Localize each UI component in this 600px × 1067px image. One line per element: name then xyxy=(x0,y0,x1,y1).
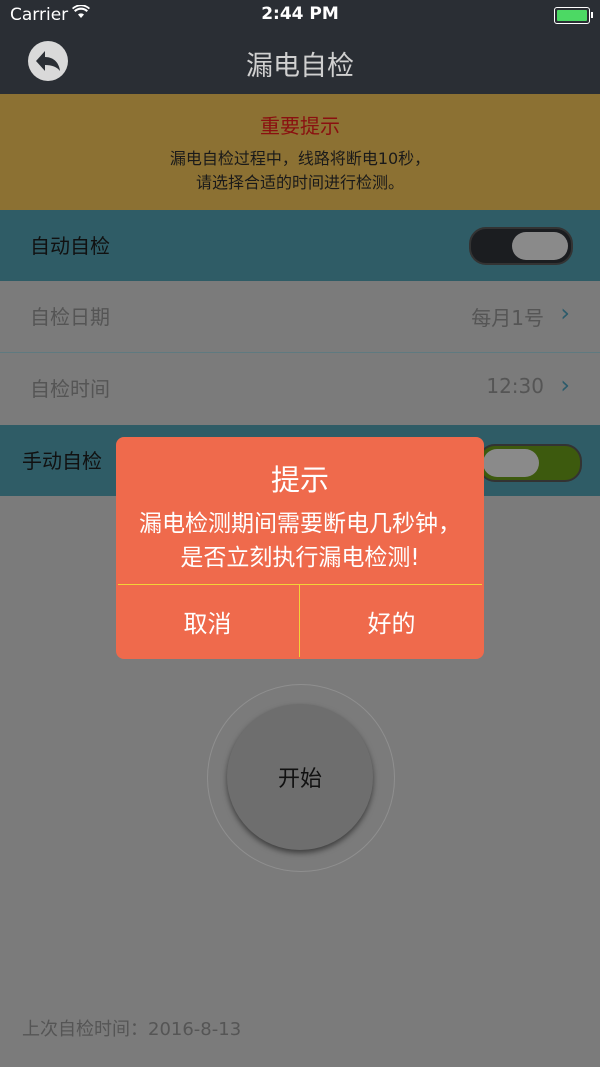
alert-dialog: 提示 漏电检测期间需要断电几秒钟，是否立刻执行漏电检测! 取消 好的 xyxy=(116,437,484,659)
auto-check-label: 自动自检 xyxy=(30,234,110,258)
notice-title: 重要提示 xyxy=(260,114,340,138)
navigation-bar: 漏电自检 xyxy=(0,30,600,94)
last-check-time: 上次自检时间：2016-8-13 xyxy=(22,1019,242,1040)
toggle-knob xyxy=(483,449,539,477)
dialog-message: 漏电检测期间需要断电几秒钟，是否立刻执行漏电检测! xyxy=(139,511,461,571)
status-bar: Carrier 2:44 PM xyxy=(0,0,600,30)
check-date-label: 自检日期 xyxy=(30,305,110,329)
check-date-value: 每月1号 xyxy=(471,306,544,330)
battery-icon xyxy=(554,7,593,24)
notice-line-1: 漏电自检过程中，线路将断电10秒， xyxy=(169,149,431,168)
manual-check-label: 手动自检 xyxy=(22,449,102,473)
check-time-row[interactable]: 自检时间 12:30 › xyxy=(0,353,600,424)
start-button[interactable]: 开始 xyxy=(227,704,373,850)
manual-check-toggle[interactable] xyxy=(478,444,582,482)
page-title: 漏电自检 xyxy=(246,51,354,82)
check-time-label: 自检时间 xyxy=(30,377,110,401)
check-date-row[interactable]: 自检日期 每月1号 › xyxy=(0,281,600,353)
notice-line-2: 请选择合适的时间进行检测。 xyxy=(195,173,404,192)
toggle-knob xyxy=(512,232,568,260)
ok-button[interactable]: 好的 xyxy=(300,585,483,657)
clock: 2:44 PM xyxy=(261,4,339,24)
important-notice: 重要提示 漏电自检过程中，线路将断电10秒， 请选择合适的时间进行检测。 xyxy=(0,94,600,210)
check-time-value: 12:30 xyxy=(486,374,544,398)
notice-body: 漏电自检过程中，线路将断电10秒， 请选择合适的时间进行检测。 xyxy=(0,147,600,195)
dialog-title: 提示 xyxy=(270,463,329,497)
auto-check-toggle[interactable] xyxy=(469,227,573,265)
chevron-right-icon: › xyxy=(560,371,570,399)
cancel-button[interactable]: 取消 xyxy=(116,585,299,657)
chevron-right-icon: › xyxy=(560,299,570,327)
